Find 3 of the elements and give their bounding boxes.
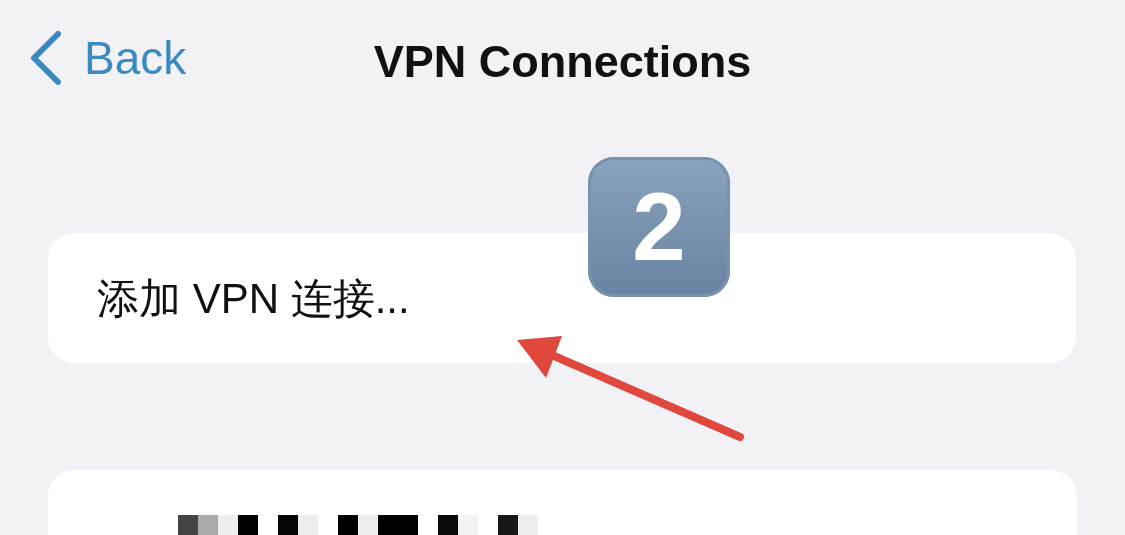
chevron-left-icon [28, 29, 62, 86]
page-title: VPN Connections [373, 36, 752, 87]
step-number-badge: 2 [588, 157, 730, 297]
